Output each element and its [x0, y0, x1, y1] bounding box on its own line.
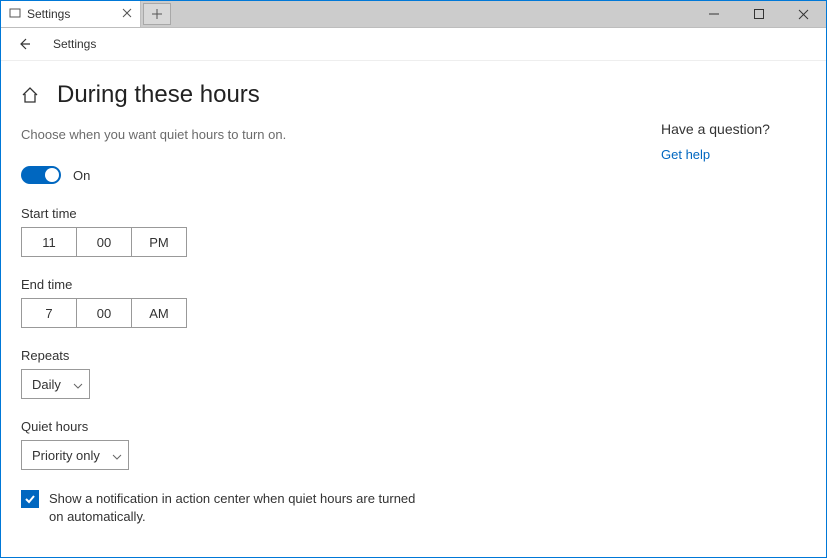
window-icon: [9, 7, 21, 22]
start-period[interactable]: PM: [131, 227, 187, 257]
window-controls: [691, 1, 826, 27]
end-hour[interactable]: 7: [21, 298, 77, 328]
maximize-button[interactable]: [736, 1, 781, 28]
start-hour[interactable]: 11: [21, 227, 77, 257]
end-time-picker[interactable]: 7 00 AM: [21, 298, 621, 328]
start-time-picker[interactable]: 11 00 PM: [21, 227, 621, 257]
get-help-link[interactable]: Get help: [661, 147, 800, 162]
end-period[interactable]: AM: [131, 298, 187, 328]
end-time-label: End time: [21, 277, 621, 292]
repeats-label: Repeats: [21, 348, 621, 363]
notify-checkbox[interactable]: [21, 490, 39, 508]
page-description: Choose when you want quiet hours to turn…: [21, 127, 621, 142]
close-window-button[interactable]: [781, 1, 826, 28]
content-area: During these hours Choose when you want …: [1, 61, 826, 525]
minimize-button[interactable]: [691, 1, 736, 28]
quiet-hours-toggle[interactable]: [21, 166, 61, 184]
side-panel: Have a question? Get help: [661, 81, 800, 525]
repeats-section: Repeats Daily: [21, 348, 621, 399]
toggle-knob: [45, 168, 59, 182]
quiet-hours-mode-section: Quiet hours Priority only: [21, 419, 621, 470]
toggle-state-label: On: [73, 168, 90, 183]
tab-title: Settings: [27, 7, 70, 21]
chevron-down-icon: [73, 377, 83, 392]
chevron-down-icon: [112, 448, 122, 463]
quiet-hours-mode-value: Priority only: [32, 448, 100, 463]
page-title: During these hours: [57, 81, 260, 109]
start-time-section: Start time 11 00 PM: [21, 206, 621, 257]
new-tab-button[interactable]: [143, 3, 171, 25]
tab-settings[interactable]: Settings: [1, 1, 141, 27]
titlebar: Settings: [1, 1, 826, 28]
repeats-dropdown[interactable]: Daily: [21, 369, 90, 399]
close-tab-icon[interactable]: [122, 7, 132, 21]
back-button[interactable]: [17, 37, 31, 51]
home-icon[interactable]: [21, 86, 39, 104]
quiet-hours-mode-label: Quiet hours: [21, 419, 621, 434]
start-minute[interactable]: 00: [76, 227, 132, 257]
header-nav: Settings: [1, 28, 826, 61]
end-minute[interactable]: 00: [76, 298, 132, 328]
quiet-hours-mode-dropdown[interactable]: Priority only: [21, 440, 129, 470]
main-panel: During these hours Choose when you want …: [21, 81, 621, 525]
notify-checkbox-row: Show a notification in action center whe…: [21, 490, 421, 525]
side-heading: Have a question?: [661, 121, 800, 137]
notify-checkbox-label: Show a notification in action center whe…: [49, 490, 421, 525]
page-title-row: During these hours: [21, 81, 621, 109]
start-time-label: Start time: [21, 206, 621, 221]
repeats-value: Daily: [32, 377, 61, 392]
breadcrumb: Settings: [53, 37, 96, 51]
end-time-section: End time 7 00 AM: [21, 277, 621, 328]
quiet-hours-toggle-row: On: [21, 166, 621, 184]
